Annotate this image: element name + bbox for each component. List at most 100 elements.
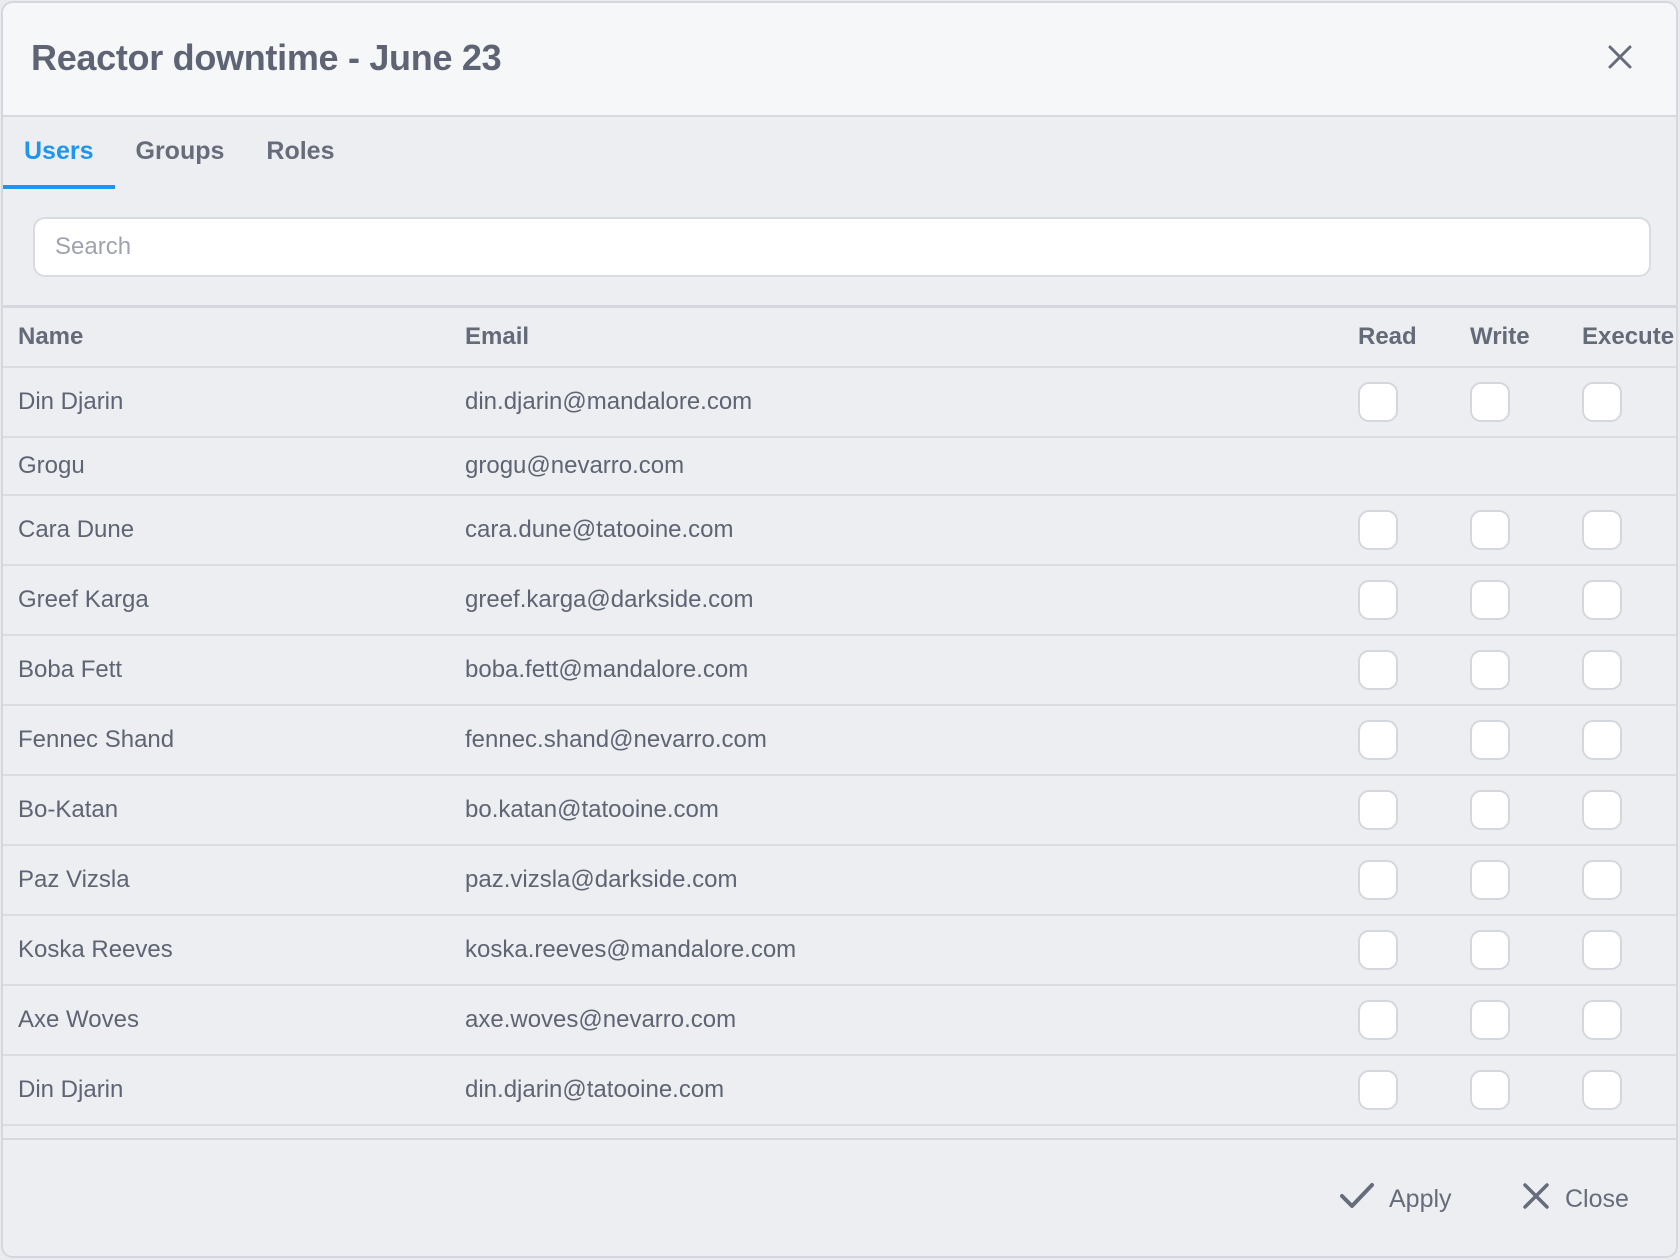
execute-checkbox-cell [1582,566,1622,634]
table-row: Axe Woves axe.woves@nevarro.com [3,986,1676,1056]
write-checkbox-cell [1470,986,1510,1054]
execute-checkbox[interactable] [1582,720,1622,760]
read-checkbox-cell [1358,368,1398,436]
read-checkbox[interactable] [1358,382,1398,422]
execute-checkbox[interactable] [1582,790,1622,830]
users-table: Name Email Read Write Execute Din Djarin… [3,305,1676,1143]
tab-users[interactable]: Users [3,117,115,189]
execute-checkbox-cell [1582,706,1622,774]
user-email: fennec.shand@nevarro.com [465,726,767,753]
user-email: axe.woves@nevarro.com [465,1006,737,1033]
user-email: din.djarin@tatooine.com [465,1076,725,1103]
user-email: greef.karga@darkside.com [465,586,754,613]
table-row: Cara Dune cara.dune@tatooine.com [3,496,1676,566]
user-email: bo.katan@tatooine.com [465,796,719,823]
write-checkbox-cell [1470,1056,1510,1124]
read-checkbox-cell [1358,636,1398,704]
close-icon[interactable] [1604,41,1636,73]
write-checkbox[interactable] [1470,790,1510,830]
execute-checkbox[interactable] [1582,650,1622,690]
execute-checkbox-cell [1582,916,1622,984]
write-checkbox-cell [1470,566,1510,634]
read-checkbox[interactable] [1358,930,1398,970]
read-checkbox-cell [1358,986,1398,1054]
execute-checkbox[interactable] [1582,1000,1622,1040]
write-checkbox[interactable] [1470,1070,1510,1110]
read-checkbox[interactable] [1358,650,1398,690]
read-checkbox[interactable] [1358,1000,1398,1040]
user-name: Bo-Katan [18,796,119,823]
user-email: cara.dune@tatooine.com [465,516,734,543]
search-input[interactable] [33,217,1651,277]
user-name: Cara Dune [18,516,135,543]
write-checkbox[interactable] [1470,580,1510,620]
write-checkbox[interactable] [1470,720,1510,760]
table-row: Fennec Shand fennec.shand@nevarro.com [3,706,1676,776]
write-checkbox[interactable] [1470,382,1510,422]
table-row: Din Djarin din.djarin@tatooine.com [3,1056,1676,1126]
read-checkbox-cell [1358,846,1398,914]
user-name: Din Djarin [18,388,124,415]
read-checkbox[interactable] [1358,510,1398,550]
write-checkbox-cell [1470,368,1510,436]
execute-checkbox-cell [1582,986,1622,1054]
execute-checkbox[interactable] [1582,580,1622,620]
read-checkbox[interactable] [1358,1070,1398,1110]
execute-checkbox[interactable] [1582,1070,1622,1110]
write-checkbox-cell [1470,496,1510,564]
column-header-name: Name [18,323,84,350]
user-name: Boba Fett [18,656,123,683]
close-icon [1521,1181,1551,1218]
user-email: koska.reeves@mandalore.com [465,936,797,963]
user-email: paz.vizsla@darkside.com [465,866,738,893]
write-checkbox[interactable] [1470,930,1510,970]
user-email: boba.fett@mandalore.com [465,656,749,683]
write-checkbox[interactable] [1470,650,1510,690]
column-header-execute: Execute [1582,323,1675,350]
close-label: Close [1565,1184,1629,1213]
read-checkbox-cell [1358,566,1398,634]
read-checkbox[interactable] [1358,790,1398,830]
tab-roles[interactable]: Roles [245,117,355,189]
execute-checkbox-cell [1582,846,1622,914]
table-row: Koska Reeves koska.reeves@mandalore.com [3,916,1676,986]
user-name: Fennec Shand [18,726,175,753]
write-checkbox[interactable] [1470,1000,1510,1040]
apply-button[interactable]: Apply [1339,1176,1452,1222]
read-checkbox[interactable] [1358,720,1398,760]
execute-checkbox[interactable] [1582,382,1622,422]
read-checkbox[interactable] [1358,580,1398,620]
write-checkbox-cell [1470,636,1510,704]
read-checkbox[interactable] [1358,860,1398,900]
execute-checkbox[interactable] [1582,510,1622,550]
permissions-dialog: Reactor downtime - June 23 Users Groups … [1,1,1678,1258]
tab-bar: Users Groups Roles [3,117,356,189]
table-row: Bo-Katan bo.katan@tatooine.com [3,776,1676,846]
tab-groups[interactable]: Groups [115,117,246,189]
check-icon [1339,1181,1375,1218]
write-checkbox-cell [1470,916,1510,984]
user-name: Grogu [18,452,85,479]
execute-checkbox[interactable] [1582,930,1622,970]
read-checkbox-cell [1358,916,1398,984]
user-name: Koska Reeves [18,936,173,963]
close-button[interactable]: Close [1521,1176,1629,1222]
table-row: Din Djarin din.djarin@mandalore.com [3,368,1676,438]
user-email: grogu@nevarro.com [465,452,685,479]
table-row: Boba Fett boba.fett@mandalore.com [3,636,1676,706]
dialog-footer: Apply Close [3,1138,1676,1256]
write-checkbox-cell [1470,846,1510,914]
write-checkbox[interactable] [1470,860,1510,900]
apply-label: Apply [1389,1184,1452,1213]
table-row: Paz Vizsla paz.vizsla@darkside.com [3,846,1676,916]
table-row: Greef Karga greef.karga@darkside.com [3,566,1676,636]
user-email: din.djarin@mandalore.com [465,388,753,415]
execute-checkbox[interactable] [1582,860,1622,900]
write-checkbox[interactable] [1470,510,1510,550]
read-checkbox-cell [1358,776,1398,844]
user-name: Paz Vizsla [18,866,130,893]
execute-checkbox-cell [1582,368,1622,436]
execute-checkbox-cell [1582,496,1622,564]
execute-checkbox-cell [1582,776,1622,844]
user-name: Din Djarin [18,1076,124,1103]
